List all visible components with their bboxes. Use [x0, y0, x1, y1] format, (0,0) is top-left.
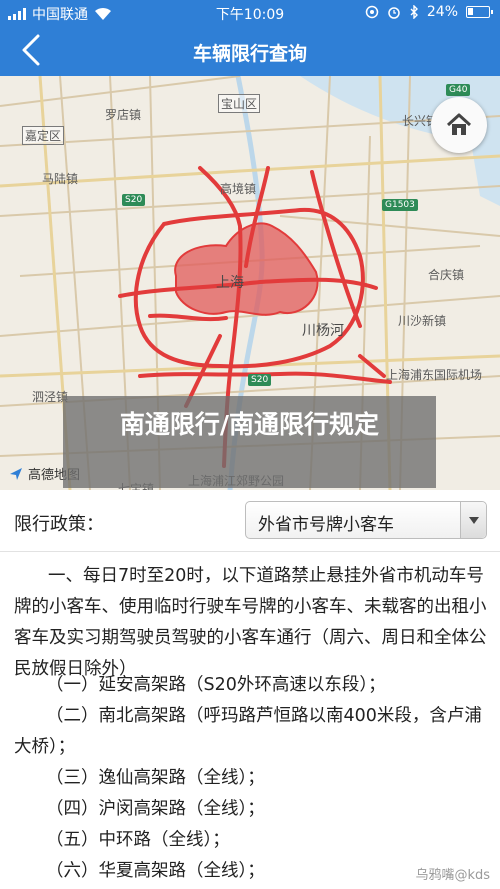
policy-intro: 一、每日7时至20时，以下道路禁止悬挂外省市机动车号牌的小客车、使用临时行驶车号… — [14, 566, 487, 679]
chevron-down-icon — [460, 502, 486, 538]
policy-label: 限行政策： — [14, 514, 104, 535]
policy-item: （一）延安高架路（S20外环高速以东段）； — [46, 675, 386, 695]
status-bar: 中国联通 下午10:09 24% — [0, 0, 500, 26]
policy-item: （三）逸仙高架路（全线）； — [46, 768, 265, 788]
home-icon — [446, 113, 472, 135]
map-label: 马陆镇 — [42, 172, 79, 186]
alarm-icon — [388, 7, 400, 19]
home-button[interactable] — [431, 97, 487, 153]
road-badge: G40 — [446, 84, 471, 96]
policy-select-value: 外省市号牌小客车 — [258, 515, 394, 535]
battery-percent: 24% — [426, 4, 458, 20]
bluetooth-icon — [410, 5, 418, 19]
map-label: 川杨河 — [302, 323, 344, 339]
map-label: 高境镇 — [220, 182, 257, 196]
page-title: 车辆限行查询 — [192, 43, 307, 65]
caption-overlay: 南通限行/南通限行规定 — [63, 396, 436, 488]
map-label: 川沙新镇 — [398, 314, 447, 328]
policy-item: （二）南北高架路（呼玛路芦恒路以南400米段，含卢浦大桥）； — [14, 706, 482, 757]
map-label: 合庆镇 — [428, 268, 465, 282]
gaode-logo-icon — [10, 467, 22, 480]
road-badge: S20 — [122, 194, 146, 206]
policy-item: （五）中环路（全线）； — [46, 830, 230, 850]
map-label: 嘉定区 — [22, 126, 65, 145]
policy-item: （四）沪闵高架路（全线）； — [46, 799, 265, 819]
map-label: 上海浦东国际机场 — [386, 368, 483, 382]
battery-icon — [466, 6, 493, 18]
road-badge: G1503 — [382, 199, 418, 211]
road-badge: S20 — [248, 374, 272, 386]
policy-select[interactable]: 外省市号牌小客车 — [245, 501, 487, 539]
map-label: 宝山区 — [218, 94, 261, 113]
nav-bar: 车辆限行查询 — [0, 26, 500, 76]
map-label: 上海 — [216, 275, 244, 291]
location-icon — [365, 5, 379, 19]
watermark: 乌鸦嘴@kds — [415, 868, 490, 883]
policy-row: 限行政策： 外省市号牌小客车 — [0, 490, 500, 552]
caption-text: 南通限行/南通限行规定 — [119, 410, 380, 439]
map-label: 罗店镇 — [105, 108, 142, 122]
policy-content: 一、每日7时至20时，以下道路禁止悬挂外省市机动车号牌的小客车、使用临时行驶车号… — [0, 552, 500, 889]
